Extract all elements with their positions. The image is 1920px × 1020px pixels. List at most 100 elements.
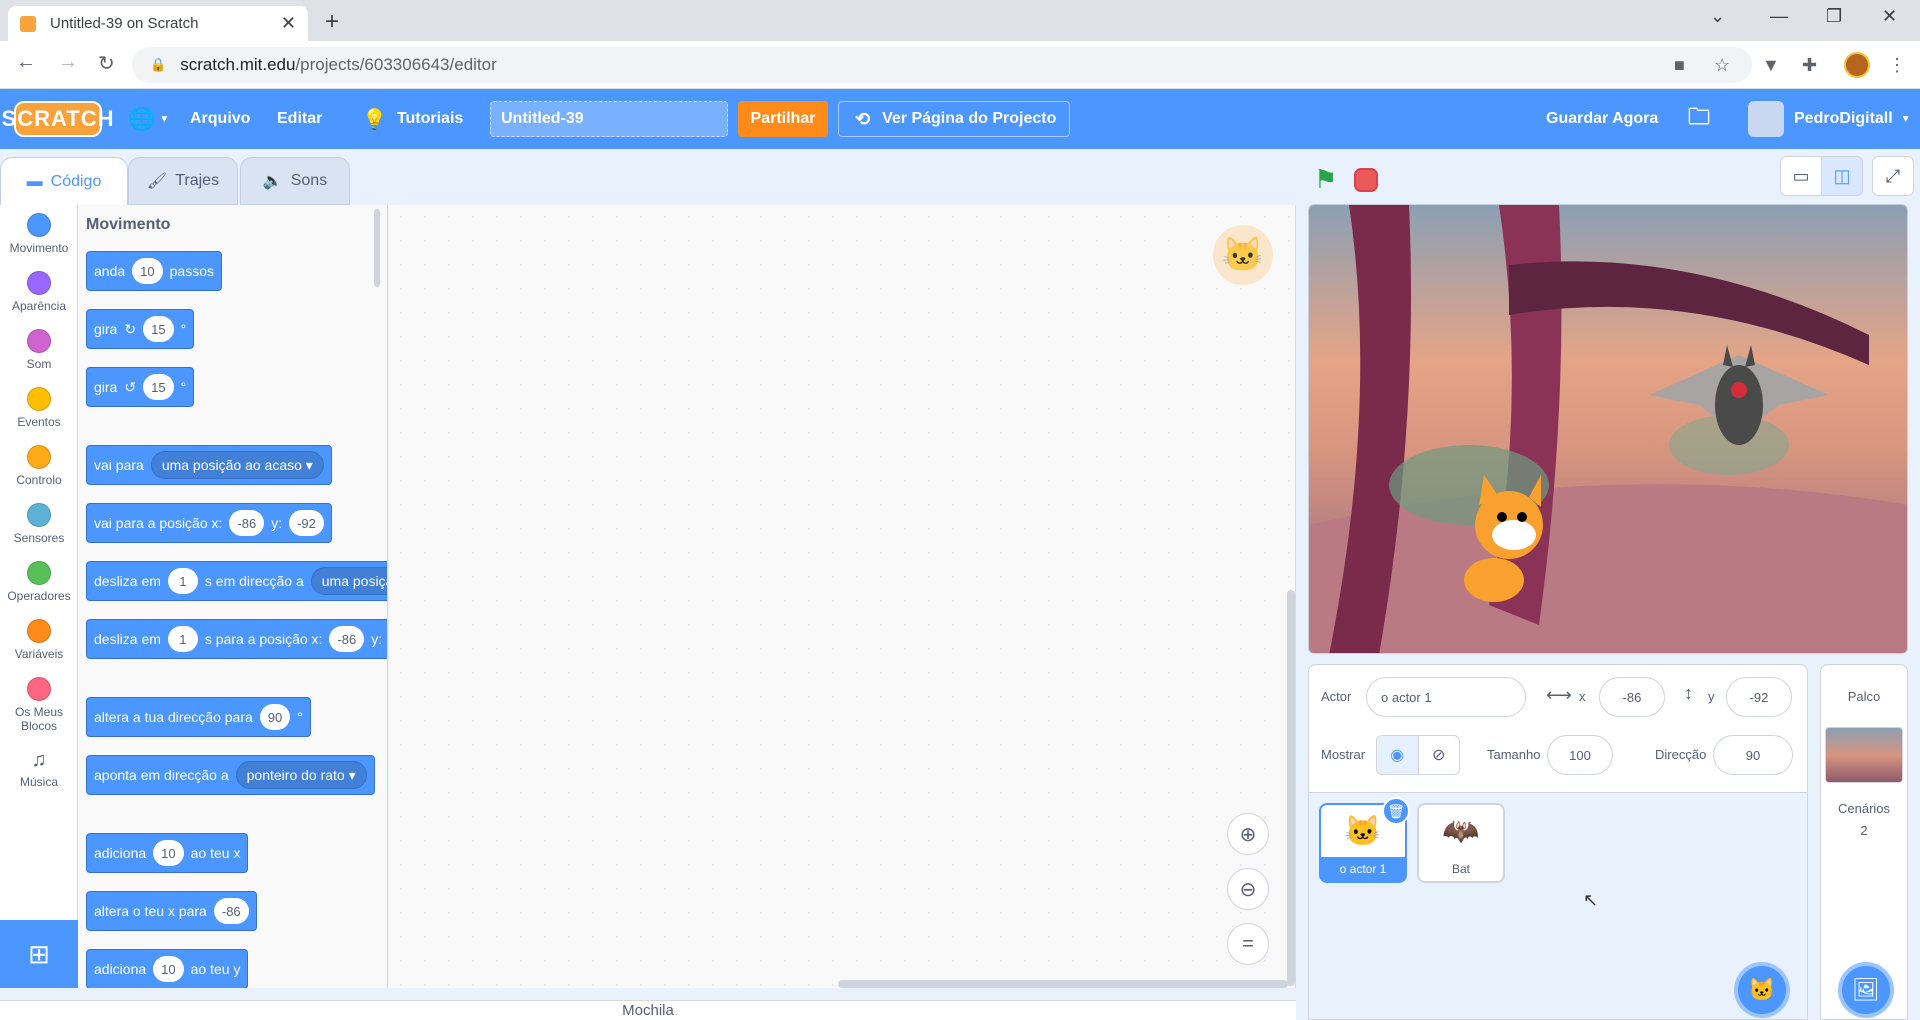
tab-search-icon[interactable]: ⌄ — [1710, 6, 1725, 27]
category-operators[interactable]: Operadores — [0, 561, 78, 603]
palette-scrollbar[interactable] — [374, 209, 380, 287]
choose-backdrop-button[interactable]: 🖼 — [1838, 962, 1894, 1018]
change-y-input[interactable]: 10 — [153, 956, 184, 982]
small-stage-button[interactable]: ▭ — [1780, 156, 1822, 196]
backpack[interactable]: Mochila — [0, 1000, 1296, 1020]
direction-input[interactable] — [1713, 735, 1793, 775]
scratch-logo[interactable]: SCRATCH — [2, 101, 113, 137]
share-button[interactable]: Partilhar — [738, 101, 828, 137]
show-eye-icon[interactable]: ◉ — [1377, 736, 1419, 774]
minimize-icon[interactable]: — — [1770, 6, 1788, 27]
category-motion[interactable]: Movimento — [0, 213, 78, 255]
large-stage-button[interactable]: ◫ — [1821, 156, 1863, 196]
save-now-button[interactable]: Guardar Agora — [1546, 89, 1658, 149]
category-control[interactable]: Controlo — [0, 445, 78, 487]
size-input[interactable] — [1547, 735, 1613, 775]
x-label: x — [1579, 689, 1586, 704]
extensions-puzzle-icon[interactable]: ✚ — [1802, 55, 1817, 76]
block-change-x[interactable]: adiciona 10 ao teu x — [86, 833, 249, 873]
category-my-blocks[interactable]: Os Meus Blocos — [0, 677, 78, 733]
seconds-input[interactable]: 1 — [167, 568, 198, 594]
seconds-input[interactable]: 1 — [167, 626, 198, 652]
y-input[interactable]: -92 — [289, 510, 324, 536]
browser-tab[interactable]: Untitled-39 on Scratch ✕ — [8, 6, 308, 41]
block-go-to[interactable]: vai para uma posição ao acaso ▾ — [86, 445, 332, 485]
block-turn-right[interactable]: gira ↻ 15 ° — [86, 309, 195, 349]
close-window-icon[interactable]: ✕ — [1882, 6, 1897, 27]
block-turn-left[interactable]: gira ↺ 15 ° — [86, 367, 195, 407]
zoom-reset-button[interactable]: = — [1227, 923, 1269, 965]
block-set-x[interactable]: altera o teu x para -86 — [86, 891, 257, 931]
script-workspace[interactable]: 🐱 ⊕ ⊖ = — [389, 205, 1296, 988]
x-input[interactable]: -86 — [329, 626, 365, 652]
block-go-to-xy[interactable]: vai para a posição x: -86 y: -92 — [86, 503, 332, 543]
project-title-input[interactable] — [490, 101, 728, 137]
extension-shield-icon[interactable]: ▼ — [1762, 55, 1780, 76]
category-events[interactable]: Eventos — [0, 387, 78, 429]
x-input[interactable]: -86 — [229, 510, 265, 536]
close-tab-icon[interactable]: ✕ — [281, 13, 296, 34]
new-tab-icon[interactable]: + — [325, 8, 339, 36]
stage-canvas[interactable] — [1308, 204, 1908, 654]
block-change-y[interactable]: adiciona 10 ao teu y — [86, 949, 249, 988]
backdrop-thumbnail[interactable] — [1825, 727, 1903, 783]
x-position-input[interactable] — [1599, 677, 1665, 717]
workspace-vertical-scrollbar[interactable] — [1287, 590, 1295, 986]
actor-label: Actor — [1321, 689, 1352, 704]
degrees-input[interactable]: 15 — [143, 316, 174, 342]
language-globe-icon[interactable]: 🌐 ▼ — [128, 89, 169, 149]
zoom-out-button[interactable]: ⊖ — [1227, 868, 1269, 910]
zoom-in-button[interactable]: ⊕ — [1227, 813, 1269, 855]
y-position-input[interactable] — [1726, 677, 1792, 717]
glide-target-dropdown[interactable]: uma posição — [310, 567, 387, 595]
point-target-dropdown[interactable]: ponteiro do rato ▾ — [235, 761, 367, 789]
lock-icon[interactable]: 🔒 — [150, 57, 166, 73]
reload-icon[interactable]: ↻ — [98, 51, 115, 76]
browser-profile-avatar[interactable] — [1844, 52, 1870, 78]
address-bar[interactable]: 🔒 scratch.mit.edu /projects/603306643/ed… — [132, 47, 1752, 83]
tab-code[interactable]: ▬ Código — [0, 157, 128, 205]
direction-input[interactable]: 90 — [259, 704, 291, 730]
tab-sounds[interactable]: 🔈 Sons — [240, 157, 350, 205]
camera-icon[interactable]: ■ — [1674, 55, 1685, 76]
block-point-towards[interactable]: aponta em direcção a ponteiro do rato ▾ — [86, 755, 375, 795]
account-menu[interactable]: PedroDigitall ▼ — [1794, 89, 1911, 149]
stop-icon[interactable] — [1354, 168, 1378, 192]
back-icon[interactable]: ← — [16, 51, 36, 74]
my-stuff-folder-icon[interactable]: 🗀 — [1688, 89, 1710, 149]
goto-target-dropdown[interactable]: uma posição ao acaso ▾ — [150, 451, 324, 479]
workspace-horizontal-scrollbar[interactable] — [838, 980, 1288, 988]
steps-input[interactable]: 10 — [132, 258, 163, 284]
sprite-name-input[interactable] — [1366, 677, 1526, 717]
browser-menu-icon[interactable]: ⋮ — [1888, 55, 1906, 76]
user-avatar[interactable] — [1748, 101, 1784, 137]
add-extension-button[interactable]: ⊞ — [0, 920, 78, 988]
see-project-page-button[interactable]: ⟲ Ver Página do Projecto — [838, 101, 1070, 137]
category-looks[interactable]: Aparência — [0, 271, 78, 313]
sprite-thumb-bat[interactable]: 🦇 Bat — [1417, 803, 1505, 883]
block-point-in-direction[interactable]: altera a tua direcção para 90 ° — [86, 697, 311, 737]
menu-editar[interactable]: Editar — [277, 89, 322, 149]
category-label: Movimento — [9, 241, 69, 255]
restore-icon[interactable]: ❐ — [1826, 6, 1842, 27]
set-x-input[interactable]: -86 — [213, 898, 249, 924]
green-flag-icon[interactable]: ⚑ — [1314, 164, 1337, 195]
degrees-input[interactable]: 15 — [143, 374, 174, 400]
fullscreen-button[interactable]: ⤢ — [1872, 156, 1914, 196]
block-move-steps[interactable]: anda 10 passos — [86, 251, 222, 291]
forward-icon[interactable]: → — [58, 51, 78, 74]
menu-arquivo[interactable]: Arquivo — [190, 89, 250, 149]
category-variables[interactable]: Variáveis — [0, 619, 78, 661]
delete-sprite-button[interactable]: 🗑 — [1382, 797, 1410, 825]
bookmark-star-icon[interactable]: ☆ — [1714, 55, 1730, 76]
choose-sprite-button[interactable]: 🐱 — [1734, 962, 1790, 1018]
hide-eye-icon[interactable]: ⊘ — [1419, 736, 1460, 774]
category-sound[interactable]: Som — [0, 329, 78, 371]
change-x-input[interactable]: 10 — [153, 840, 184, 866]
tab-costumes[interactable]: 🖌 Trajes — [128, 157, 238, 205]
menu-tutoriais[interactable]: 💡 Tutoriais — [362, 89, 463, 149]
category-sensing[interactable]: Sensores — [0, 503, 78, 545]
block-glide-xy[interactable]: desliza em 1 s para a posição x: -86 y: — [86, 619, 387, 659]
block-glide-to[interactable]: desliza em 1 s em direcção a uma posição — [86, 561, 387, 601]
category-music[interactable]: ♫ Música — [0, 749, 78, 789]
